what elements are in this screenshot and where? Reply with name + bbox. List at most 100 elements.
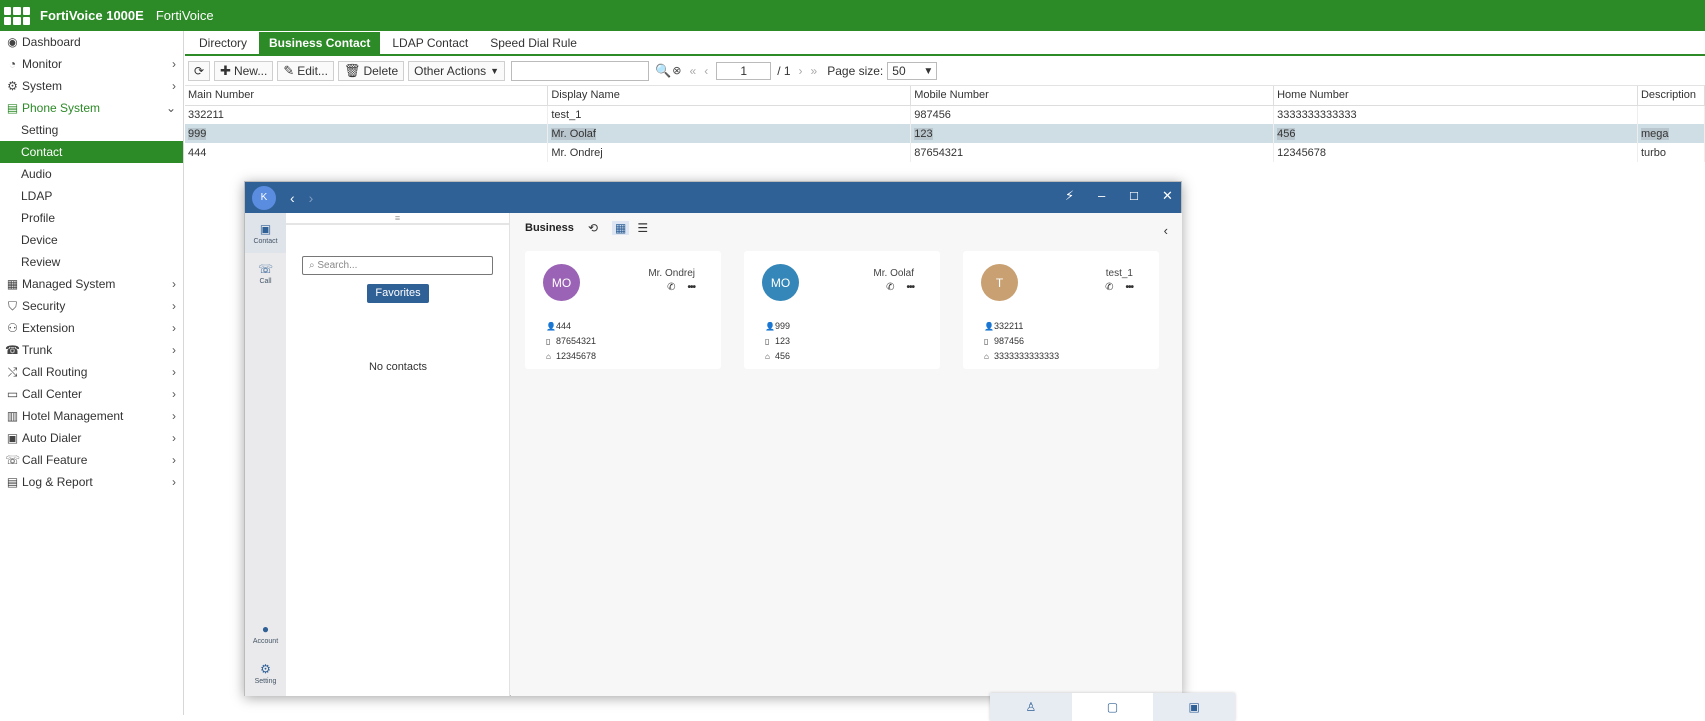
column-header-mobile-number[interactable]: Mobile Number (910, 86, 1275, 106)
softclient-window: K ‹ › ⚡ – ☐ ✕ ▣ Contact ☏ Call ● Account… (244, 181, 1236, 721)
sidebar-item-call-feature[interactable]: ☏ Call Feature › (0, 449, 183, 471)
search-icon[interactable]: 🔍 (655, 63, 671, 79)
sidebar-subitem-device[interactable]: Device (0, 229, 183, 251)
more-icon[interactable]: ••• (1125, 282, 1133, 293)
new-button[interactable]: ✚ New... (214, 60, 274, 81)
sidebar-item-call-routing[interactable]: ⤭ Call Routing › (0, 361, 183, 383)
avatar[interactable]: K (252, 185, 276, 210)
edit-button[interactable]: ✎ Edit... (277, 60, 334, 81)
close-icon[interactable]: ✕ (1162, 188, 1173, 204)
search-input[interactable] (511, 60, 650, 81)
page-total: / 1 (777, 63, 791, 78)
sync-icon[interactable]: ⟲ (588, 221, 598, 235)
delete-button-label: Delete (363, 63, 399, 78)
sidebar-item-label: Extension (22, 321, 75, 335)
page-number-input[interactable]: 1 (716, 61, 772, 80)
personal-contacts-tab[interactable]: ♙ (990, 693, 1072, 721)
maximize-icon[interactable]: ☐ (1129, 190, 1139, 203)
sidebar-subitem-review[interactable]: Review (0, 251, 183, 273)
sidebar-item-trunk[interactable]: ☎ Trunk › (0, 339, 183, 361)
contact-card[interactable]: MO Mr. Oolaf ✆ ••• 👤999 ▯ 123 ⌂ 456 (744, 251, 940, 369)
favorites-button[interactable]: Favorites (367, 284, 429, 303)
next-page-icon[interactable]: › (799, 64, 803, 78)
contact-card[interactable]: MO Mr. Ondrej ✆ ••• 👤444 ▯ 87654321 ⌂ 12345… (525, 251, 721, 369)
rail-contact[interactable]: ▣ Contact (245, 213, 286, 253)
column-header-display-name[interactable]: Display Name (547, 86, 912, 106)
home-icon: ⌂ (765, 352, 770, 361)
prev-page-icon[interactable]: ‹ (704, 64, 708, 78)
forward-arrow-icon[interactable]: › (309, 190, 314, 206)
rail-call[interactable]: ☏ Call (245, 253, 286, 293)
contact-mobile-number: ▯ 87654321 (546, 336, 596, 346)
sidebar-item-phone-system[interactable]: ▤ Phone System ⌄ (0, 97, 183, 119)
cell-home-number: 456 (1273, 124, 1638, 143)
sidebar-item-dashboard[interactable]: ◉ Dashboard (0, 31, 183, 53)
sidebar-subitem-profile[interactable]: Profile (0, 207, 183, 229)
column-header-home-number[interactable]: Home Number (1273, 86, 1638, 106)
minimize-icon[interactable]: – (1098, 188, 1105, 203)
tab-business-contact[interactable]: Business Contact (259, 32, 381, 54)
phone-icon[interactable]: ✆ (667, 282, 675, 293)
sidebar-subitem-audio[interactable]: Audio (0, 163, 183, 185)
rail-setting[interactable]: ⚙ Setting (245, 653, 286, 693)
sidebar-item-label: Call Routing (22, 365, 88, 379)
refresh-button[interactable]: ⟳ (188, 60, 211, 81)
tab-ldap-contact[interactable]: LDAP Contact (382, 32, 478, 54)
lightning-icon[interactable]: ⚡ (1065, 188, 1074, 204)
table-row[interactable]: 444 Mr. Ondrej 87654321 12345678 turbo (185, 143, 1705, 162)
contact-search-input[interactable]: ⌕ Search... (302, 256, 493, 275)
sidebar-item-extension[interactable]: ⚇ Extension › (0, 317, 183, 339)
sidebar-item-hotel-management[interactable]: ▥ Hotel Management › (0, 405, 183, 427)
window-title-bar[interactable]: K ‹ › ⚡ – ☐ ✕ (245, 182, 1181, 213)
chevron-right-icon: › (172, 343, 176, 357)
other-actions-dropdown[interactable]: Other Actions ▼ (408, 60, 506, 81)
tab-directory[interactable]: Directory (189, 32, 257, 54)
sidebar-item-managed-system[interactable]: ▦ Managed System › (0, 273, 183, 295)
phone-icon[interactable]: ✆ (1105, 282, 1113, 293)
sidebar-item-label: Managed System (22, 277, 116, 291)
sidebar-item-system[interactable]: ⚙ System › (0, 75, 183, 97)
sidebar-subitem-setting[interactable]: Setting (0, 119, 183, 141)
contact-mobile-value: 87654321 (556, 336, 597, 346)
table-row[interactable]: 332211 test_1 987456 3333333333333 (185, 105, 1705, 124)
clear-search-icon[interactable]: ⊗ (672, 64, 681, 77)
drag-handle-icon[interactable]: ≡ (286, 213, 509, 225)
more-icon[interactable]: ••• (687, 282, 695, 293)
page-size-select[interactable]: 50 ▼ (887, 61, 938, 80)
phone-icon[interactable]: ✆ (886, 282, 894, 293)
first-page-icon[interactable]: « (690, 64, 697, 78)
sidebar-item-label: Call Center (22, 387, 83, 401)
rail-contact-label: Contact (253, 237, 278, 245)
contact-icon: ▣ (259, 221, 272, 236)
contact-mobile-value: 123 (775, 336, 791, 346)
sidebar-item-call-center[interactable]: ▭ Call Center › (0, 383, 183, 405)
person-icon: 👤 (984, 322, 994, 331)
column-header-description[interactable]: Description (1637, 86, 1705, 106)
business-contacts-tab[interactable]: ▣ (1153, 693, 1236, 721)
sidebar-item-auto-dialer[interactable]: ▣ Auto Dialer › (0, 427, 183, 449)
directory-contacts-tab[interactable]: ▢ (1071, 693, 1154, 721)
last-page-icon[interactable]: » (811, 64, 818, 78)
column-header-main-number[interactable]: Main Number (185, 86, 549, 106)
rail-account-label: Account (252, 637, 279, 645)
page-size-label: Page size: (827, 63, 884, 78)
sidebar-subitem-ldap[interactable]: LDAP (0, 185, 183, 207)
account-icon: ● (261, 621, 270, 636)
list-view-icon[interactable]: ☰ (637, 221, 648, 235)
contact-card[interactable]: T test_1 ✆ ••• 👤332211 ▯ 987456 ⌂ 333333333… (963, 251, 1159, 369)
sidebar-item-log-report[interactable]: ▤ Log & Report › (0, 471, 183, 493)
rail-account[interactable]: ● Account (245, 613, 286, 653)
back-arrow-icon[interactable]: ‹ (290, 190, 295, 206)
grid-view-icon[interactable]: ▦ (611, 221, 630, 235)
delete-button[interactable]: 🗑 Delete (337, 60, 405, 81)
tab-speed-dial-rule[interactable]: Speed Dial Rule (480, 32, 587, 54)
product-name: FortiVoice 1000E (40, 8, 144, 23)
more-icon[interactable]: ••• (906, 282, 914, 293)
chevron-right-icon: › (172, 321, 176, 335)
sidebar-subitem-contact[interactable]: Contact (0, 141, 183, 163)
sidebar-item-security[interactable]: ⛉ Security › (0, 295, 183, 317)
collapse-panel-icon[interactable]: ‹ (1164, 223, 1168, 238)
table-row-selected[interactable]: 999 Mr. Oolaf 123 456 mega (185, 124, 1705, 143)
cell-display-name: Mr. Ondrej (547, 143, 912, 162)
sidebar-item-monitor[interactable]: ◔ Monitor › (0, 53, 183, 75)
